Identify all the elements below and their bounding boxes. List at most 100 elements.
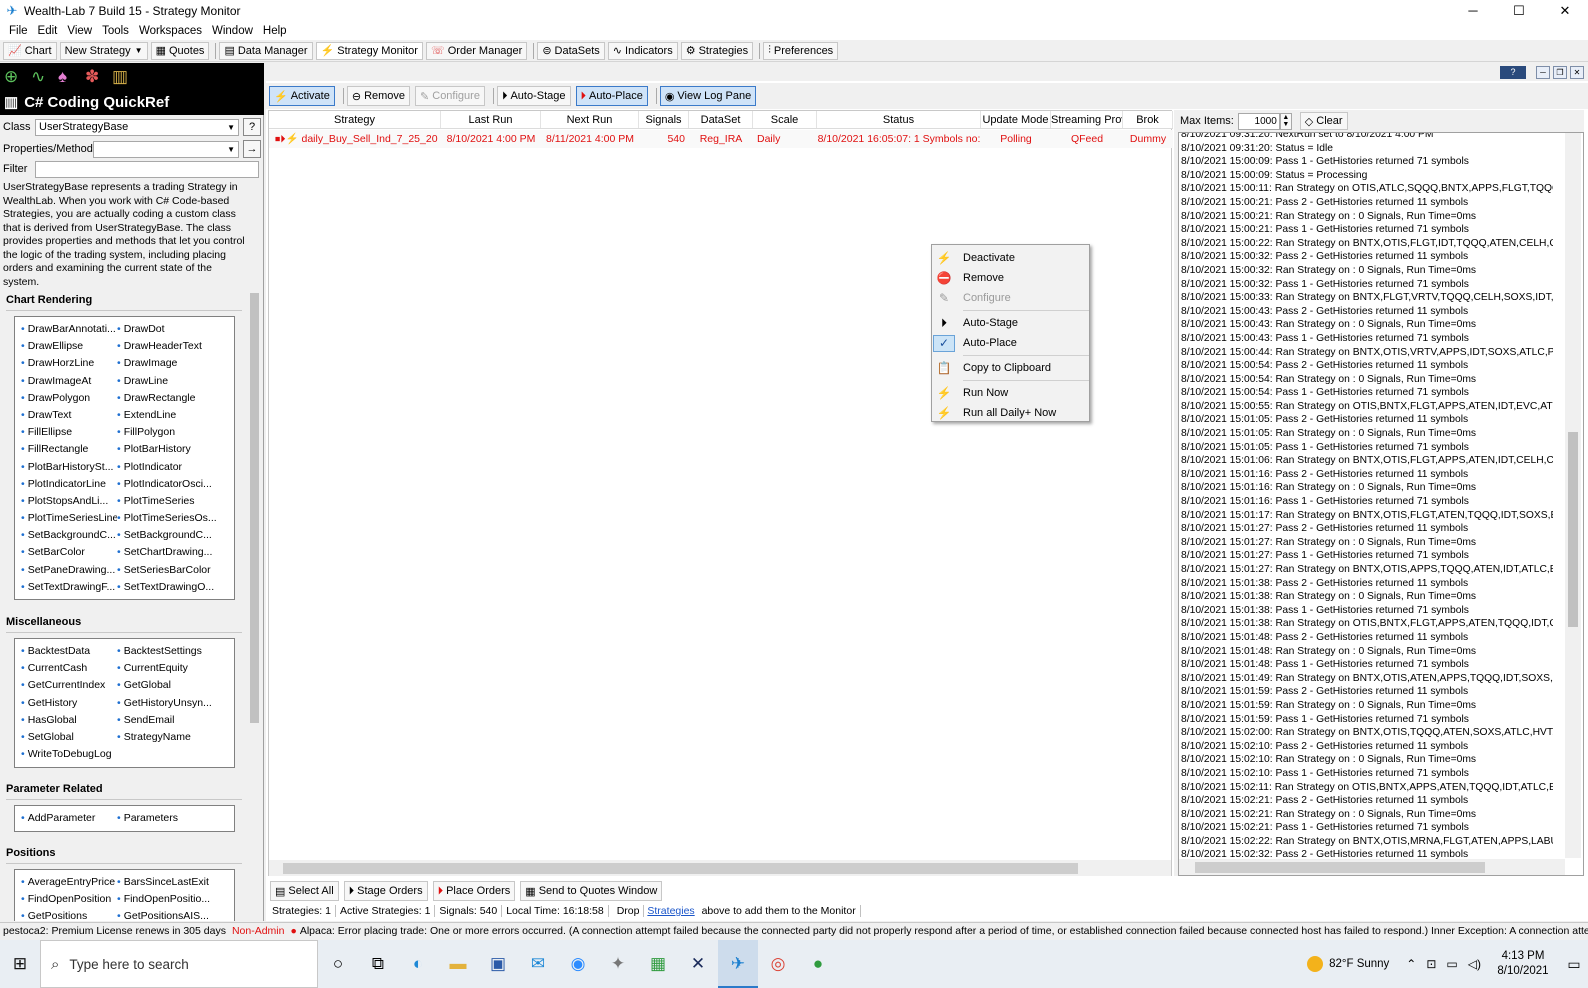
menu-item-auto-place[interactable]: ✓ Auto-Place [932,333,1089,353]
chevron-up-icon[interactable]: ⌃ [1406,957,1416,971]
col-status[interactable]: Status [817,111,981,128]
menu-item-remove[interactable]: ⛔ Remove [932,268,1089,288]
file-explorer-icon[interactable]: ▬ [438,940,478,988]
clear-log-button[interactable]: ◇ Clear [1299,112,1348,130]
network-icon[interactable]: ⊡ [1426,957,1436,971]
col-signals[interactable]: Signals [639,111,689,128]
method-link[interactable]: ExtendLine [117,407,237,424]
mail-icon[interactable]: ✉ [518,940,558,988]
col-strategy[interactable]: Strategy [269,111,441,128]
scrollbar-thumb[interactable] [250,293,259,723]
method-link[interactable]: DrawHorzLine [21,355,117,372]
strategies-button[interactable]: ⚙ Strategies [680,41,754,60]
quickref-scrollbar[interactable] [248,283,261,921]
method-link[interactable]: CurrentCash [21,660,117,677]
maximize-button[interactable]: ☐ [1496,0,1542,21]
brain-icon[interactable]: ♠ [58,67,85,87]
menu-item-copy[interactable]: 📋 Copy to Clipboard [932,358,1089,378]
method-link[interactable]: AddParameter [21,810,117,827]
green-app-icon[interactable]: ● [798,940,838,988]
method-link[interactable]: SetBarColor [21,544,117,561]
help-icon[interactable]: ? [243,118,261,136]
method-link[interactable]: SetBackgroundC... [117,527,237,544]
task-view-icon[interactable]: ⧉ [358,940,398,988]
menu-item-auto-stage[interactable]: ⏵ Auto-Stage [932,313,1089,333]
globe-icon[interactable]: ⊕ [4,67,31,87]
log-vscrollbar[interactable] [1565,133,1581,858]
method-link[interactable]: FillRectangle [21,441,117,458]
weather-widget[interactable]: 82°F Sunny [1307,956,1389,972]
strategies-link[interactable]: Strategies [647,905,694,917]
zoom-icon[interactable]: ◉ [558,940,598,988]
max-items-stepper[interactable]: ▲ ▼ [1279,112,1292,130]
col-update-mode[interactable]: Update Mode [981,111,1051,128]
method-link[interactable]: SetChartDrawing... [117,544,237,561]
method-link[interactable]: DrawImage [117,355,237,372]
select-all-button[interactable]: ▤ Select All [270,881,339,901]
method-link[interactable]: PlotStopsAndLi... [21,493,117,510]
col-next-run[interactable]: Next Run [541,111,639,128]
method-link[interactable]: SetTextDrawingF... [21,579,117,596]
method-link[interactable]: DrawRectangle [117,390,237,407]
scrollbar-thumb[interactable] [283,863,1078,874]
props-select[interactable]: ▼ [93,140,239,158]
method-link[interactable]: PlotBarHistory [117,441,237,458]
method-link[interactable]: DrawBarAnnotati... [21,321,117,338]
help-button[interactable]: ? [1500,66,1526,79]
molecule-icon[interactable]: ✽ [85,67,112,87]
close-button[interactable]: ✕ [1542,0,1588,21]
configure-button[interactable]: ✎ Configure [415,86,485,106]
menu-tools[interactable]: Tools [97,25,134,37]
class-select[interactable]: UserStrategyBase ▼ [35,118,239,136]
method-link[interactable]: PlotTimeSeries [117,493,237,510]
strategy-monitor-button[interactable]: ⚡ Strategy Monitor [315,41,423,60]
col-dataset[interactable]: DataSet [689,111,753,128]
method-link[interactable]: GetCurrentIndex [21,677,117,694]
method-link[interactable]: SetGlobal [21,729,117,746]
taskbar-search[interactable]: ⌕ Type here to search [40,940,318,988]
preferences-button[interactable]: ⫶ Preferences [763,41,839,60]
wave-icon[interactable]: ∿ [31,67,58,87]
method-link[interactable]: Parameters [117,810,237,827]
method-link[interactable]: GetHistoryUnsyn... [117,695,237,712]
log-hscrollbar[interactable] [1179,859,1565,875]
menu-edit[interactable]: Edit [33,25,63,37]
method-link[interactable]: AverageEntryPrice [21,874,117,891]
cortana-icon[interactable]: ○ [318,940,358,988]
go-arrow-icon[interactable]: → [243,140,261,158]
send-to-quotes-button[interactable]: ▦ Send to Quotes Window [520,881,663,901]
method-link[interactable]: DrawText [21,407,117,424]
method-link[interactable]: PlotIndicatorOsci... [117,476,237,493]
method-link[interactable]: DrawHeaderText [117,338,237,355]
col-scale[interactable]: Scale [753,111,817,128]
method-link[interactable]: FillEllipse [21,424,117,441]
clock[interactable]: 4:13 PM 8/10/2021 [1486,949,1560,979]
method-link[interactable]: HasGlobal [21,712,117,729]
method-link[interactable]: PlotTimeSeriesOs... [117,510,237,527]
grid-hscrollbar[interactable] [269,860,1171,876]
method-link[interactable]: SetSeriesBarColor [117,562,237,579]
method-link[interactable]: SetPaneDrawing... [21,562,117,579]
place-orders-button[interactable]: ⏵ Place Orders [432,881,516,901]
method-link[interactable]: CurrentEquity [117,660,237,677]
method-link[interactable]: GetPositions [21,908,117,921]
activate-button[interactable]: ⚡ Activate [269,86,335,106]
windows-start-icon[interactable]: ⊞ [0,940,40,988]
auto-place-button[interactable]: ⏵ Auto-Place [575,86,648,106]
method-link[interactable]: DrawPolygon [21,390,117,407]
menu-item-run-all[interactable]: ⚡ Run all Daily+ Now [932,403,1089,423]
method-link[interactable]: PlotBarHistorySt... [21,459,117,476]
table-row[interactable]: ⏹⏵⚡ daily_Buy_Sell_Ind_7_25_20 8/10/2021… [269,130,1173,148]
method-link[interactable]: DrawLine [117,373,237,390]
indicators-button[interactable]: ∿ Indicators [607,41,678,60]
auto-stage-button[interactable]: ⏵ Auto-Stage [496,86,571,106]
app-icon[interactable]: ✦ [598,940,638,988]
mdi-minimize-icon[interactable]: ─ [1536,66,1550,79]
method-link[interactable]: BacktestData [21,643,117,660]
data-manager-button[interactable]: ▤ Data Manager [219,41,313,60]
menu-item-run-now[interactable]: ⚡ Run Now [932,383,1089,403]
library-icon[interactable]: ▥ [112,67,139,87]
store-icon[interactable]: ▣ [478,940,518,988]
edge-icon[interactable]: ◐ [398,940,438,988]
method-link[interactable]: FillPolygon [117,424,237,441]
